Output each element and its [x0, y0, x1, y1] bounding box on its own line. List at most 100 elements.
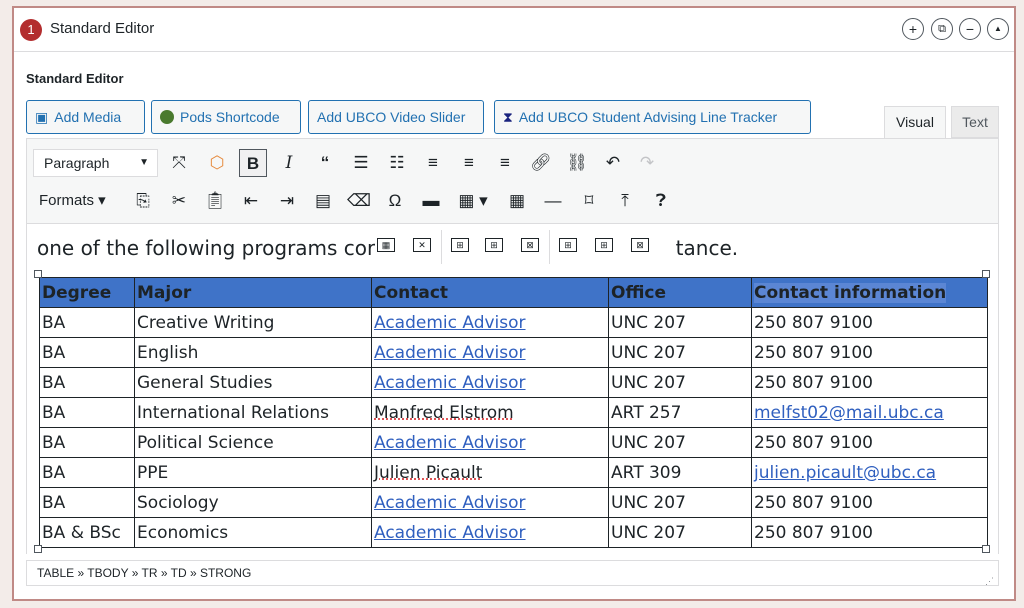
table-cell[interactable]: 250 807 9100 — [751, 517, 988, 548]
move-up-icon[interactable]: ▲ — [987, 18, 1009, 40]
table-cell[interactable]: BA — [39, 397, 135, 428]
italic-icon[interactable]: I — [275, 149, 303, 177]
formats-dropdown[interactable]: Formats ▾ — [39, 187, 106, 215]
bold-icon[interactable]: B — [239, 149, 267, 177]
table-cell[interactable]: BA — [39, 457, 135, 488]
row-before-icon[interactable]: ⊞ — [451, 238, 469, 252]
cut-icon[interactable]: ✂ — [165, 187, 193, 215]
table-cell[interactable]: Academic Advisor — [371, 307, 609, 338]
header-cell[interactable]: Office — [608, 277, 752, 308]
table-cell[interactable]: 250 807 9100 — [751, 367, 988, 398]
table-cell[interactable]: 250 807 9100 — [751, 487, 988, 518]
clipboard-icon[interactable]: ▤ — [309, 187, 337, 215]
table-props-icon[interactable]: ▦ — [377, 238, 395, 252]
paste-text-icon[interactable]: ⎘ — [129, 187, 157, 215]
indent-icon[interactable]: ⇥ — [273, 187, 301, 215]
cell-link[interactable]: Academic Advisor — [374, 493, 526, 513]
data-table[interactable]: Degree Major Contact Office Contact info… — [39, 277, 988, 548]
cell-link[interactable]: Academic Advisor — [374, 433, 526, 453]
table-cell[interactable]: UNC 207 — [608, 427, 752, 458]
eraser-icon[interactable]: ⌫ — [345, 187, 373, 215]
table-cell[interactable]: PPE — [134, 457, 372, 488]
pods-shortcode-button[interactable]: Pods Shortcode — [151, 100, 301, 134]
add-video-slider-button[interactable]: Add UBCO Video Slider — [308, 100, 484, 134]
cell-link[interactable]: Academic Advisor — [374, 343, 526, 363]
table-cell[interactable]: 250 807 9100 — [751, 307, 988, 338]
cell-link[interactable]: julien.picault@ubc.ca — [754, 463, 936, 483]
table-cell[interactable]: melfst02@mail.ubc.ca — [751, 397, 988, 428]
table-cell[interactable]: English — [134, 337, 372, 368]
resize-handle[interactable] — [982, 270, 990, 278]
upload-icon[interactable]: ⤒ — [611, 187, 639, 215]
col-before-icon[interactable]: ⊞ — [559, 238, 577, 252]
cell-link[interactable]: Academic Advisor — [374, 313, 526, 333]
bullet-list-icon[interactable]: ☰ — [347, 149, 375, 177]
table-cell[interactable]: Academic Advisor — [371, 487, 609, 518]
add-line-tracker-button[interactable]: ⧗ Add UBCO Student Advising Line Tracker — [494, 100, 811, 134]
table-cell[interactable]: ART 309 — [608, 457, 752, 488]
horizontal-rule-icon[interactable]: ▬ — [417, 187, 445, 215]
table-cell[interactable]: BA — [39, 337, 135, 368]
row-after-icon[interactable]: ⊞ — [485, 238, 503, 252]
table-cell[interactable]: International Relations — [134, 397, 372, 428]
resize-handle[interactable] — [982, 545, 990, 553]
delete-row-icon[interactable]: ⊠ — [521, 238, 539, 252]
align-left-icon[interactable]: ≡ — [419, 149, 447, 177]
table-cell[interactable]: Political Science — [134, 427, 372, 458]
table-cell[interactable]: BA — [39, 367, 135, 398]
resize-handle[interactable] — [34, 270, 42, 278]
table-cell[interactable]: Creative Writing — [134, 307, 372, 338]
table-cell[interactable]: BA — [39, 487, 135, 518]
header-cell[interactable]: Contact — [371, 277, 609, 308]
table-cell[interactable]: Academic Advisor — [371, 427, 609, 458]
table-cell[interactable]: Julien Picault — [371, 457, 609, 488]
header-cell[interactable]: Degree — [39, 277, 135, 308]
table-cell[interactable]: julien.picault@ubc.ca — [751, 457, 988, 488]
table-cell[interactable]: BA — [39, 307, 135, 338]
link-icon[interactable]: 🔗︎ — [527, 149, 555, 177]
table-cell[interactable]: UNC 207 — [608, 307, 752, 338]
hr-line-icon[interactable]: — — [539, 187, 567, 215]
cell-link[interactable]: Academic Advisor — [374, 523, 526, 543]
table-cell[interactable]: Academic Advisor — [371, 337, 609, 368]
table-cell[interactable]: UNC 207 — [608, 367, 752, 398]
resize-handle[interactable] — [34, 545, 42, 553]
expand-icon[interactable]: + — [902, 18, 924, 40]
paste-icon[interactable]: 📋︎ — [201, 187, 229, 215]
table-cell[interactable]: General Studies — [134, 367, 372, 398]
numbered-list-icon[interactable]: ☷ — [383, 149, 411, 177]
table-cell[interactable]: Sociology — [134, 487, 372, 518]
table-cell[interactable]: UNC 207 — [608, 517, 752, 548]
col-after-icon[interactable]: ⊞ — [595, 238, 613, 252]
collapse-icon[interactable]: − — [959, 18, 981, 40]
table-cell[interactable]: Manfred Elstrom — [371, 397, 609, 428]
table-cell[interactable]: Academic Advisor — [371, 517, 609, 548]
window-icon[interactable]: ⧉ — [931, 18, 953, 40]
table-cell[interactable]: 250 807 9100 — [751, 337, 988, 368]
table-properties-icon[interactable]: ▦ — [503, 187, 531, 215]
help-icon[interactable]: ❓︎ — [647, 187, 675, 215]
table-cell[interactable]: Economics — [134, 517, 372, 548]
unlink-icon[interactable]: ⛓ — [563, 149, 591, 177]
special-character-icon[interactable]: Ω — [381, 187, 409, 215]
align-center-icon[interactable]: ≡ — [455, 149, 483, 177]
table-cell[interactable]: 250 807 9100 — [751, 427, 988, 458]
header-cell[interactable]: Contact information — [751, 277, 988, 308]
tab-text[interactable]: Text — [951, 106, 999, 138]
add-media-button[interactable]: ▣ Add Media — [26, 100, 145, 134]
align-right-icon[interactable]: ≡ — [491, 149, 519, 177]
delete-col-icon[interactable]: ⊠ — [631, 238, 649, 252]
tab-visual[interactable]: Visual — [884, 106, 946, 141]
header-cell[interactable]: Major — [134, 277, 372, 308]
undo-icon[interactable]: ↶ — [599, 149, 627, 177]
outdent-icon[interactable]: ⇤ — [237, 187, 265, 215]
table-cell[interactable]: ART 257 — [608, 397, 752, 428]
table-cell[interactable]: UNC 207 — [608, 337, 752, 368]
editor-content[interactable]: one of the following programs cor stance.… — [26, 224, 999, 554]
resize-grip-icon[interactable]: ⋰ — [985, 569, 994, 593]
cell-link[interactable]: Academic Advisor — [374, 373, 526, 393]
table-icon[interactable]: ▦ ▾ — [453, 187, 493, 215]
table-cell[interactable]: BA — [39, 427, 135, 458]
fullscreen-icon[interactable]: ⤧ — [165, 149, 193, 177]
table-cell[interactable]: BA & BSc — [39, 517, 135, 548]
